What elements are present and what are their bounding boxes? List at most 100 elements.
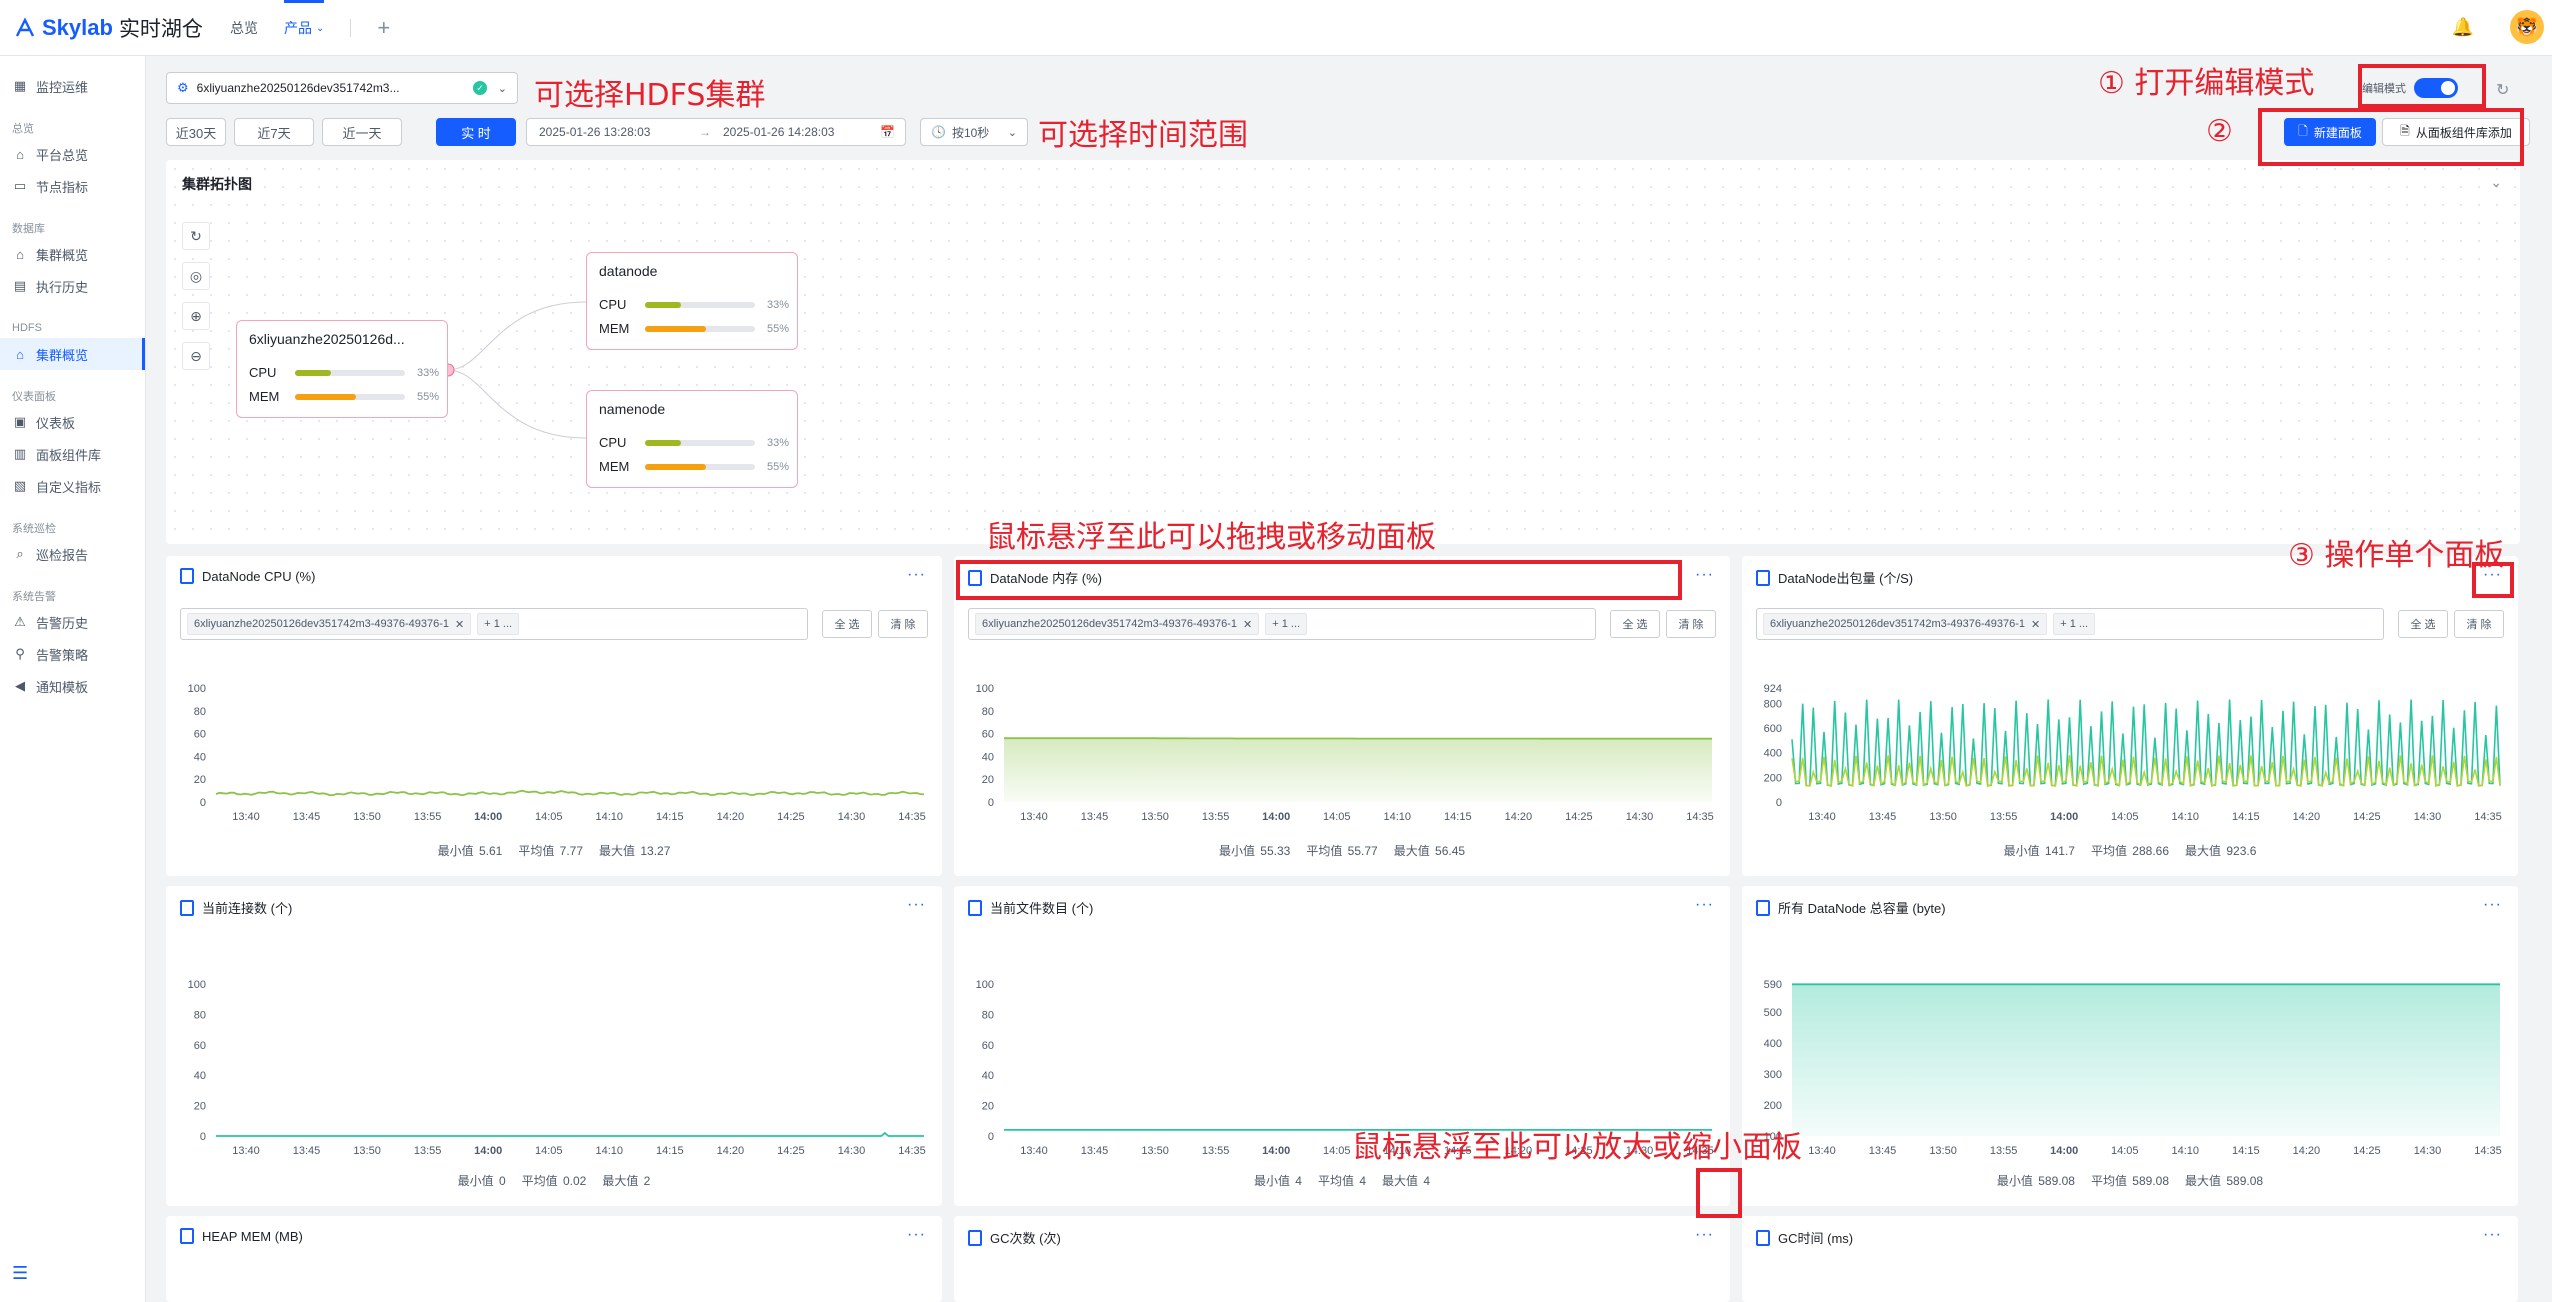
y-tick-label: 100 xyxy=(976,979,994,991)
nav-product[interactable]: 产品 ⌄ xyxy=(284,0,325,56)
y-tick-label: 924 xyxy=(1764,683,1782,695)
logo[interactable]: Skylab 实时湖仓 xyxy=(14,13,203,43)
panel-title[interactable]: GC次数 (次) xyxy=(968,1228,1061,1247)
chart-svg[interactable]: 0 20 40 60 80 100 13:40 13:45 13:50 13:55 14:00 14:… xyxy=(166,556,942,876)
sidebar-item[interactable]: ▣ 仪表板 xyxy=(0,406,145,438)
topology-node-root[interactable]: 6xliyuanzhe20250126d... CPU 33% MEM 55% xyxy=(236,320,448,418)
panel-title-text: GC次数 (次) xyxy=(990,1231,1061,1246)
x-tick-label: 14:25 xyxy=(777,811,805,823)
stat-avg: 平均值 55.77 xyxy=(1306,844,1378,858)
sidebar-item-label: 集群概览 xyxy=(36,347,89,363)
alarm-icon: ⚠ xyxy=(14,614,26,629)
sidebar-item-label: 集群概览 xyxy=(36,247,89,263)
sidebar-item[interactable]: ▤ 执行历史 xyxy=(0,270,145,302)
range-30d-button[interactable]: 近30天 xyxy=(166,118,226,146)
topology-node-namenode[interactable]: namenode CPU 33% MEM 55% xyxy=(586,390,798,488)
x-tick-label: 13:40 xyxy=(232,811,260,823)
date-range-picker[interactable]: 2025-01-26 13:28:03 → 2025-01-26 14:28:0… xyxy=(526,118,906,146)
chart-panel[interactable]: 当前连接数 (个) ··· 0 20 40 60 80 100 13:40 13:45 13:50… xyxy=(166,886,942,1206)
sidebar-item[interactable]: ⌂ 平台总览 xyxy=(0,138,145,170)
range-1d-button[interactable]: 近一天 xyxy=(322,118,402,146)
x-tick-label: 14:35 xyxy=(898,1145,926,1157)
x-tick-label: 13:45 xyxy=(293,811,321,823)
bell-icon[interactable]: 🔔 xyxy=(2450,14,2476,40)
y-tick-label: 80 xyxy=(194,706,206,718)
cpu-percent: 33% xyxy=(767,436,790,449)
more-icon[interactable]: ··· xyxy=(2483,1226,2502,1244)
y-tick-label: 400 xyxy=(1764,1038,1782,1050)
x-tick-label: 14:05 xyxy=(2111,811,2139,823)
y-tick-label: 100 xyxy=(188,683,206,695)
file-icon xyxy=(1756,1229,1770,1246)
x-tick-label: 13:55 xyxy=(1990,1145,2018,1157)
sidebar-item[interactable]: ⌂ 集群概览 xyxy=(0,238,145,270)
sidebar-item[interactable]: ▥ 面板组件库 xyxy=(0,438,145,470)
cluster-select[interactable]: ⚙ 6xliyuanzhe20250126dev351742m3... ✓ ⌄ xyxy=(166,72,518,104)
x-tick-label: 14:15 xyxy=(656,1145,684,1157)
chart-panel[interactable]: DataNode CPU (%) ··· 6xliyuanzhe20250126… xyxy=(166,556,942,876)
x-tick-label: 14:10 xyxy=(596,1145,624,1157)
refresh-interval-select[interactable]: 🕓 按10秒 ⌄ xyxy=(920,118,1028,146)
x-tick-label: 13:40 xyxy=(1808,1145,1836,1157)
more-icon[interactable]: ··· xyxy=(907,1226,926,1244)
chart-panel[interactable]: 所有 DataNode 总容量 (byte) ··· 100 200 300 400 50… xyxy=(1742,886,2518,1206)
range-7d-button[interactable]: 近7天 xyxy=(234,118,314,146)
x-tick-label: 13:40 xyxy=(1020,1145,1048,1157)
chevron-down-icon: ⌄ xyxy=(497,82,507,95)
chart-panel[interactable]: HEAP MEM (MB) ··· xyxy=(166,1216,942,1302)
x-tick-label: 14:00 xyxy=(474,811,502,823)
sidebar-item[interactable]: ⚲ 告警策略 xyxy=(0,638,145,670)
avatar[interactable]: 🐯 xyxy=(2510,10,2544,44)
highlight-edit-mode xyxy=(2358,64,2486,108)
sidebar-item[interactable]: ⚠ 告警历史 xyxy=(0,606,145,638)
range-realtime-button[interactable]: 实 时 xyxy=(436,118,516,146)
chart-panel[interactable]: GC次数 (次) ··· xyxy=(954,1216,1730,1302)
nav-overview[interactable]: 总览 xyxy=(230,0,258,56)
panel-stats: 最小值 141.7 平均值 288.66 最大值 923.6 xyxy=(1742,842,2518,859)
y-tick-label: 20 xyxy=(982,1101,994,1113)
x-tick-label: 13:50 xyxy=(353,1145,381,1157)
sidebar-item[interactable]: ⌂ 集群概览 xyxy=(0,338,145,370)
sidebar-item[interactable]: ▭ 节点指标 xyxy=(0,170,145,202)
search-icon: ⌕ xyxy=(16,546,24,561)
x-tick-label: 14:15 xyxy=(2232,811,2260,823)
sidebar-item[interactable]: ▦ 监控运维 xyxy=(0,70,145,102)
chart-panel[interactable]: GC时间 (ms) ··· xyxy=(1742,1216,2518,1302)
refresh-icon[interactable]: ↻ xyxy=(2496,80,2509,100)
panel-title[interactable]: HEAP MEM (MB) xyxy=(180,1228,303,1244)
node-name: datanode xyxy=(599,263,658,279)
more-icon[interactable]: ··· xyxy=(1695,1226,1714,1244)
chart-panel[interactable]: DataNode 内存 (%) ··· 6xliyuanzhe20250126d… xyxy=(954,556,1730,876)
panel-title-text: GC时间 (ms) xyxy=(1778,1231,1854,1246)
y-tick-label: 40 xyxy=(982,751,994,763)
x-tick-label: 14:30 xyxy=(2414,1145,2442,1157)
annotation-edit: ① 打开编辑模式 xyxy=(2098,66,2315,101)
sidebar-item-label: 巡检报告 xyxy=(36,547,89,563)
sidebar-item[interactable]: ◀ 通知模板 xyxy=(0,670,145,702)
chart-svg[interactable]: 0 20 40 60 80 100 13:40 13:45 13:50 13:55 14:00 14:… xyxy=(954,556,1730,876)
highlight-resize-handle xyxy=(1696,1168,1742,1218)
add-tab-button[interactable]: + xyxy=(377,0,390,56)
sidebar-item[interactable]: ⌕ 巡检报告 xyxy=(0,538,145,570)
sidebar-item[interactable]: ▧ 自定义指标 xyxy=(0,470,145,502)
chart-panel[interactable]: DataNode出包量 (个/S) ··· 6xliyuanzhe2025012… xyxy=(1742,556,2518,876)
cpu-bar xyxy=(295,369,405,376)
annotation-cluster: 可选择HDFS集群 xyxy=(534,78,766,113)
y-tick-label: 40 xyxy=(194,1070,206,1082)
nav-product-label: 产品 xyxy=(284,20,312,36)
series-area xyxy=(1792,984,2500,1136)
annotation-resize: 鼠标悬浮至此可以放大或缩小面板 xyxy=(1352,1130,1802,1165)
mem-fill xyxy=(645,463,706,470)
collapse-menu-icon[interactable]: ☰ xyxy=(12,1263,28,1284)
chart-svg[interactable]: 0 20 40 60 80 100 13:40 13:45 13:50 13:55 14:00 14:… xyxy=(166,886,942,1206)
mem-fill xyxy=(645,325,706,332)
panel-title[interactable]: GC时间 (ms) xyxy=(1756,1228,1853,1247)
refresh-interval-value: 按10秒 xyxy=(951,125,990,140)
chart-svg[interactable]: 0 200 400 600 800 924 13:40 13:45 13:50 13:55 14:0… xyxy=(1742,556,2518,876)
topology-node-datanode[interactable]: datanode CPU 33% MEM 55% xyxy=(586,252,798,350)
y-tick-label: 300 xyxy=(1764,1069,1782,1081)
y-tick-label: 100 xyxy=(188,979,206,991)
clock-icon: 🕓 xyxy=(931,125,946,139)
y-tick-label: 0 xyxy=(1776,797,1782,809)
chart-svg[interactable]: 10020030040050059013:40 13:45 13:50 13:55 14… xyxy=(1742,886,2518,1206)
